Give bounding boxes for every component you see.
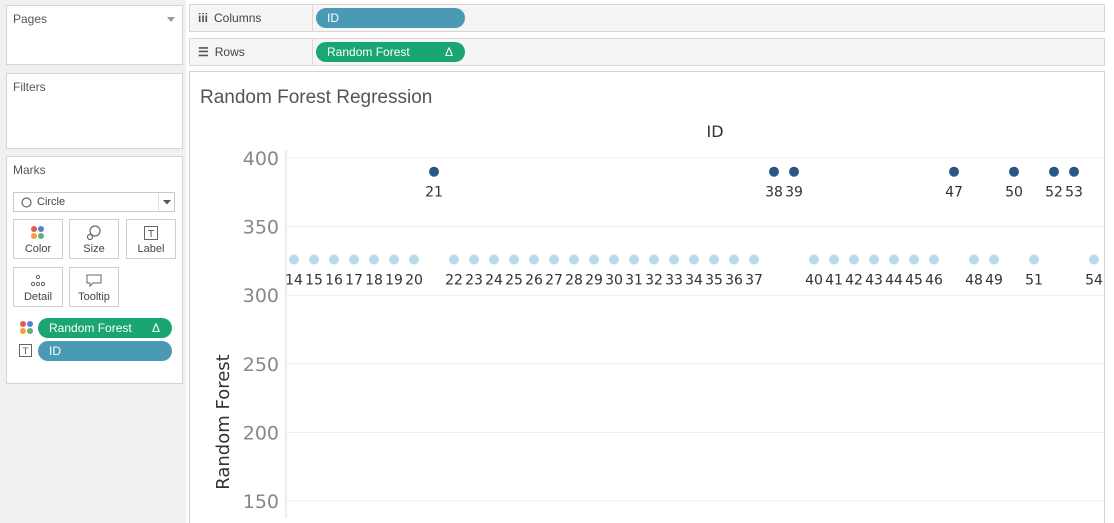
data-point[interactable] [669, 254, 679, 265]
data-point[interactable] [1029, 254, 1039, 265]
data-point[interactable] [629, 254, 639, 265]
point-label: 34 [685, 273, 703, 289]
data-point[interactable] [529, 254, 539, 265]
point-label: 38 [765, 185, 783, 201]
point-label: 26 [525, 273, 543, 289]
point-label: 45 [905, 273, 923, 289]
point-label: 31 [625, 273, 643, 289]
point-label: 39 [785, 185, 803, 201]
point-label: 27 [545, 273, 563, 289]
y-tick-label: 200 [243, 422, 279, 444]
data-point[interactable] [869, 254, 879, 265]
point-label: 30 [605, 273, 623, 289]
data-point[interactable] [689, 254, 699, 265]
data-point[interactable] [1089, 254, 1099, 265]
point-label: 52 [1045, 185, 1063, 201]
data-point[interactable] [1009, 166, 1019, 177]
data-point[interactable] [389, 254, 399, 265]
point-label: 24 [485, 273, 503, 289]
scatter-chart[interactable]: 150200250300350400 14 15 16 17 18 19 202122 23 2… [0, 0, 1114, 523]
point-label: 46 [925, 273, 943, 289]
y-axis-title: Random Forest [213, 354, 234, 489]
data-point[interactable] [309, 254, 319, 265]
point-label: 20 [405, 273, 423, 289]
y-tick-label: 350 [243, 217, 279, 239]
point-label: 36 [725, 273, 743, 289]
data-point[interactable] [789, 166, 799, 177]
point-label: 32 [645, 273, 663, 289]
y-tick-label: 300 [243, 285, 279, 307]
point-label: 35 [705, 273, 723, 289]
data-point[interactable] [829, 254, 839, 265]
data-point[interactable] [1049, 166, 1059, 177]
point-label: 37 [745, 273, 763, 289]
point-label: 54 [1085, 273, 1103, 289]
data-point[interactable] [909, 254, 919, 265]
point-label: 22 [445, 273, 463, 289]
point-label: 29 [585, 273, 603, 289]
point-label: 25 [505, 273, 523, 289]
data-point[interactable] [1069, 166, 1079, 177]
x-axis-title: ID [706, 122, 723, 141]
data-point[interactable] [569, 254, 579, 265]
data-point[interactable] [289, 254, 299, 265]
data-point[interactable] [469, 254, 479, 265]
data-point[interactable] [889, 254, 899, 265]
data-point[interactable] [349, 254, 359, 265]
data-point[interactable] [749, 254, 759, 265]
y-tick-label: 250 [243, 354, 279, 376]
point-label: 23 [465, 273, 483, 289]
data-point[interactable] [729, 254, 739, 265]
data-point[interactable] [409, 254, 419, 265]
data-point[interactable] [509, 254, 519, 265]
data-point[interactable] [989, 254, 999, 265]
point-label: 15 [305, 273, 323, 289]
point-label: 47 [945, 185, 963, 201]
data-point[interactable] [549, 254, 559, 265]
point-label: 43 [865, 273, 883, 289]
data-point[interactable] [929, 254, 939, 265]
point-label: 48 [965, 273, 983, 289]
data-point[interactable] [849, 254, 859, 265]
point-label: 41 [825, 273, 843, 289]
point-label: 19 [385, 273, 403, 289]
point-label: 44 [885, 273, 903, 289]
point-label: 33 [665, 273, 683, 289]
data-point[interactable] [449, 254, 459, 265]
data-point[interactable] [769, 166, 779, 177]
point-label: 14 [285, 273, 303, 289]
y-tick-label: 150 [243, 491, 279, 513]
y-tick-label: 400 [243, 148, 279, 170]
data-point[interactable] [709, 254, 719, 265]
point-label: 50 [1005, 185, 1023, 201]
point-label: 16 [325, 273, 343, 289]
data-point[interactable] [969, 254, 979, 265]
point-label: 42 [845, 273, 863, 289]
data-point[interactable] [649, 254, 659, 265]
data-point[interactable] [589, 254, 599, 265]
point-label: 18 [365, 273, 383, 289]
point-label: 51 [1025, 273, 1043, 289]
data-point[interactable] [809, 254, 819, 265]
point-label: 49 [985, 273, 1003, 289]
data-point[interactable] [949, 166, 959, 177]
point-label: 53 [1065, 185, 1083, 201]
data-point[interactable] [329, 254, 339, 265]
data-point[interactable] [489, 254, 499, 265]
point-label: 17 [345, 273, 363, 289]
point-label: 21 [425, 185, 443, 201]
data-point[interactable] [429, 166, 439, 177]
point-label: 40 [805, 273, 823, 289]
data-point[interactable] [609, 254, 619, 265]
data-point[interactable] [369, 254, 379, 265]
point-label: 28 [565, 273, 583, 289]
